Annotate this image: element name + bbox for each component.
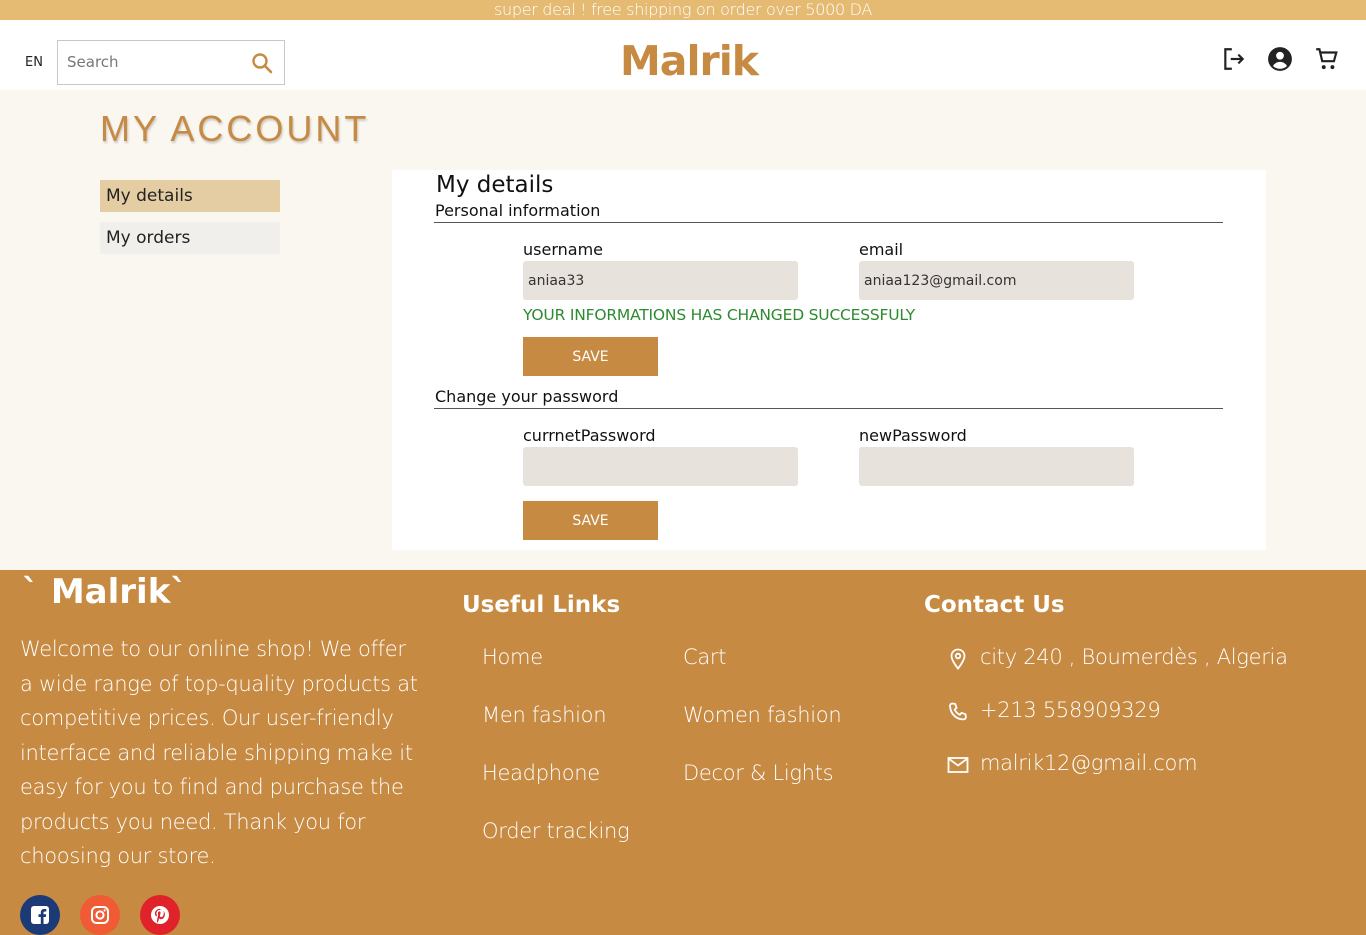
mail-icon — [947, 757, 969, 773]
instagram-button[interactable] — [80, 895, 120, 935]
personal-info-heading: Personal information — [435, 201, 601, 220]
section-divider — [434, 222, 1223, 223]
new-password-field[interactable] — [859, 447, 1134, 486]
site-header: EN Malrik — [0, 20, 1366, 90]
contact-email-text: malrik12@gmail.com — [980, 751, 1198, 775]
sidebar-item-my-details[interactable]: My details — [100, 180, 280, 212]
pinterest-icon — [151, 906, 169, 924]
footer-link-men-fashion[interactable]: Men fashion — [482, 703, 607, 727]
page-title: MY ACCOUNT — [100, 108, 370, 149]
details-title: My details — [436, 172, 554, 198]
current-password-label: currnetPassword — [523, 426, 656, 445]
useful-links-heading: Useful Links — [462, 592, 621, 618]
footer-about-text: Welcome to our online shop! We offer a w… — [20, 637, 418, 868]
contact-heading: Contact Us — [924, 592, 1065, 618]
current-password-field[interactable] — [523, 447, 798, 486]
change-password-heading: Change your password — [435, 387, 619, 406]
search-box — [57, 40, 285, 85]
details-panel: My details Personal information username… — [392, 170, 1266, 550]
section-divider — [434, 408, 1223, 409]
pinterest-button[interactable] — [140, 895, 180, 935]
new-password-label: newPassword — [859, 426, 967, 445]
language-switch[interactable]: EN — [25, 55, 43, 70]
save-details-button[interactable]: SAVE — [523, 337, 658, 376]
search-input[interactable] — [67, 51, 242, 73]
phone-icon — [949, 702, 967, 721]
footer-link-headphone[interactable]: Headphone — [482, 761, 600, 785]
email-label: email — [859, 240, 904, 259]
search-icon[interactable] — [250, 51, 274, 75]
contact-phone-text: +213 558909329 — [980, 698, 1161, 722]
facebook-button[interactable] — [20, 895, 60, 935]
footer-link-order-tracking[interactable]: Order tracking — [482, 819, 630, 843]
footer-link-home[interactable]: Home — [482, 645, 543, 669]
promo-banner: super deal ! free shipping on order over… — [0, 0, 1366, 20]
sidebar-item-my-orders[interactable]: My orders — [100, 222, 280, 254]
site-footer: ` Malrik` Welcome to our online shop! We… — [0, 570, 1366, 935]
footer-logo: ` Malrik` — [22, 572, 188, 612]
username-label: username — [523, 240, 603, 259]
site-logo[interactable]: Malrik — [620, 37, 759, 85]
instagram-icon — [91, 906, 109, 924]
cart-icon[interactable] — [1314, 46, 1340, 72]
logout-icon[interactable] — [1221, 46, 1247, 72]
account-icon[interactable] — [1267, 46, 1293, 72]
footer-link-cart[interactable]: Cart — [683, 645, 727, 669]
save-password-button[interactable]: SAVE — [523, 501, 658, 540]
contact-address-text: city 240 , Boumerdès , Algeria — [980, 645, 1288, 669]
footer-link-decor-lights[interactable]: Decor & Lights — [683, 761, 834, 785]
email-field[interactable] — [859, 261, 1134, 300]
success-message: YOUR INFORMATIONS HAS CHANGED SUCCESSFUL… — [523, 306, 916, 324]
facebook-icon — [31, 906, 49, 924]
location-pin-icon — [950, 648, 966, 670]
footer-link-women-fashion[interactable]: Women fashion — [683, 703, 842, 727]
username-field[interactable] — [523, 261, 798, 300]
